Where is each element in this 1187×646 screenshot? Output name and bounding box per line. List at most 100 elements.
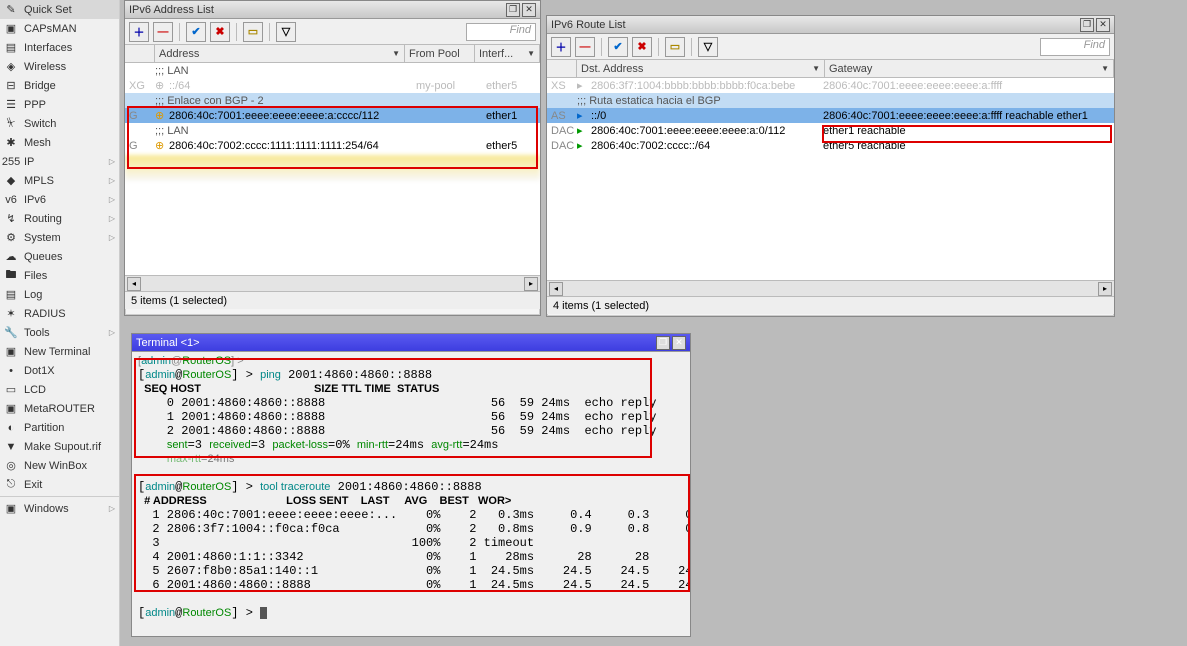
titlebar-route[interactable]: IPv6 Route List ❐ ✕ — [547, 16, 1114, 34]
col-address[interactable]: Address▼ — [155, 45, 405, 62]
table-row[interactable]: ;;; LAN — [125, 123, 540, 138]
addr-columns: Address▼ From Pool Interf...▼ — [125, 45, 540, 63]
menu-routing[interactable]: ↯Routing▷ — [0, 209, 119, 228]
table-row[interactable]: ;;; Enlace con BGP - 2 — [125, 93, 540, 108]
menu-dot1x[interactable]: •Dot1X — [0, 361, 119, 380]
restore-icon[interactable]: ❐ — [656, 336, 670, 350]
close-icon[interactable]: ✕ — [672, 336, 686, 350]
ip-icon: 255 — [4, 155, 18, 169]
remove-button[interactable]: — — [153, 22, 173, 42]
title-text: IPv6 Address List — [129, 4, 214, 16]
menu-exit[interactable]: ⎋Exit — [0, 475, 119, 494]
capsman-icon: ▣ — [4, 22, 18, 36]
comment-button[interactable]: ▭ — [243, 22, 263, 42]
close-icon[interactable]: ✕ — [1096, 18, 1110, 32]
submenu-arrow-icon: ▷ — [109, 328, 115, 337]
enable-button[interactable]: ✔ — [608, 37, 628, 57]
mpls-icon: ◆ — [4, 174, 18, 188]
menu-windows[interactable]: ▣Windows▷ — [0, 499, 119, 518]
menu-queues[interactable]: ☁Queues — [0, 247, 119, 266]
menu-label: Quick Set — [24, 4, 72, 16]
menu-label: PPP — [24, 99, 46, 111]
menu-capsman[interactable]: ▣CAPsMAN — [0, 19, 119, 38]
menu-supout[interactable]: ▼Make Supout.rif — [0, 437, 119, 456]
radius-icon: ✶ — [4, 307, 18, 321]
table-row[interactable]: XG⊕::/64my-poolether5 — [125, 78, 540, 93]
table-row[interactable]: DAC▸2806:40c:7001:eeee:eeee:eeee:a:0/112… — [547, 123, 1114, 138]
titlebar-addr[interactable]: IPv6 Address List ❐ ✕ — [125, 1, 540, 19]
col-gateway[interactable]: Gateway▼ — [825, 60, 1114, 77]
add-button[interactable]: ＋ — [551, 37, 571, 57]
menu-tools[interactable]: 🔧Tools▷ — [0, 323, 119, 342]
add-button[interactable]: ＋ — [129, 22, 149, 42]
find-input[interactable]: Find — [466, 23, 536, 41]
col-dst[interactable]: Dst. Address▼ — [577, 60, 825, 77]
menu-newterm[interactable]: ▣New Terminal — [0, 342, 119, 361]
menu-files[interactable]: 🖿Files — [0, 266, 119, 285]
menu-quickset[interactable]: ✎Quick Set — [0, 0, 119, 19]
table-row[interactable]: G⊕2806:40c:7002:cccc:1111:1111:1111:254/… — [125, 138, 540, 153]
scroll-right-icon[interactable]: ▸ — [524, 277, 538, 291]
menu-radius[interactable]: ✶RADIUS — [0, 304, 119, 323]
tools-icon: 🔧 — [4, 326, 18, 340]
remove-button[interactable]: — — [575, 37, 595, 57]
col-frompool[interactable]: From Pool — [405, 45, 475, 62]
col-interface[interactable]: Interf...▼ — [475, 45, 540, 62]
filter-button[interactable]: ▽ — [698, 37, 718, 57]
menu-label: Files — [24, 270, 47, 282]
menu-newwinbox[interactable]: ◎New WinBox — [0, 456, 119, 475]
disable-button[interactable]: ✖ — [210, 22, 230, 42]
ipv6-route-list-window: IPv6 Route List ❐ ✕ ＋ — ✔ ✖ ▭ ▽ Find Dst… — [546, 15, 1115, 317]
table-row[interactable]: ;;; Ruta estatica hacia el BGP — [547, 93, 1114, 108]
addr-rows[interactable]: ;;; LANXG⊕::/64my-poolether5;;; Enlace c… — [125, 63, 540, 275]
menu-label: MPLS — [24, 175, 54, 187]
route-scrollbar[interactable]: ◂ ▸ — [547, 280, 1114, 296]
menu-mpls[interactable]: ◆MPLS▷ — [0, 171, 119, 190]
menu-label: System — [24, 232, 61, 244]
enable-button[interactable]: ✔ — [186, 22, 206, 42]
table-row[interactable]: XS▸2806:3f7:1004:bbbb:bbbb:bbbb:f0ca:beb… — [547, 78, 1114, 93]
menu-log[interactable]: ▤ Log — [0, 285, 119, 304]
restore-icon[interactable]: ❐ — [506, 3, 520, 17]
menu-mesh[interactable]: ✱Mesh — [0, 133, 119, 152]
table-row[interactable]: ;;; LAN — [125, 63, 540, 78]
comment-button[interactable]: ▭ — [665, 37, 685, 57]
menu-lcd[interactable]: ▭LCD — [0, 380, 119, 399]
menu-bridge[interactable]: ⊟Bridge — [0, 76, 119, 95]
menu-partition[interactable]: ◐Partition — [0, 418, 119, 437]
table-row[interactable]: AS▸::/02806:40c:7001:eeee:eeee:eeee:a:ff… — [547, 108, 1114, 123]
restore-icon[interactable]: ❐ — [1080, 18, 1094, 32]
lcd-icon: ▭ — [4, 383, 18, 397]
terminal-body[interactable]: [admin@RouterOS] > [admin@RouterOS] > pi… — [132, 352, 690, 636]
route-rows[interactable]: XS▸2806:3f7:1004:bbbb:bbbb:bbbb:f0ca:beb… — [547, 78, 1114, 280]
scroll-left-icon[interactable]: ◂ — [549, 282, 563, 296]
newterm-icon: ▣ — [4, 345, 18, 359]
menu-label: Routing — [24, 213, 62, 225]
table-row[interactable]: DAC▸2806:40c:7002:cccc::/64ether5 reacha… — [547, 138, 1114, 153]
menu-ipv6[interactable]: v6IPv6▷ — [0, 190, 119, 209]
submenu-arrow-icon: ▷ — [109, 504, 115, 513]
find-input[interactable]: Find — [1040, 38, 1110, 56]
menu-label: Log — [24, 289, 42, 301]
close-icon[interactable]: ✕ — [522, 3, 536, 17]
scroll-right-icon[interactable]: ▸ — [1098, 282, 1112, 296]
menu-label: Bridge — [24, 80, 56, 92]
menu-wireless[interactable]: ◈Wireless — [0, 57, 119, 76]
disable-button[interactable]: ✖ — [632, 37, 652, 57]
table-row[interactable]: G⊕2806:40c:7001:eeee:eeee:eeee:a:cccc/11… — [125, 108, 540, 123]
menu-ip[interactable]: 255IP▷ — [0, 152, 119, 171]
menu-ppp[interactable]: ☰PPP — [0, 95, 119, 114]
scroll-left-icon[interactable]: ◂ — [127, 277, 141, 291]
titlebar-terminal[interactable]: Terminal <1> ❐ ✕ — [132, 334, 690, 352]
filter-button[interactable]: ▽ — [276, 22, 296, 42]
menu-label: Interfaces — [24, 42, 72, 54]
menu-switch[interactable]: ⏧Switch — [0, 114, 119, 133]
menu-label: Make Supout.rif — [24, 441, 101, 453]
log-icon: ▤ — [4, 288, 18, 302]
menu-interfaces[interactable]: ▤Interfaces — [0, 38, 119, 57]
menu-system[interactable]: ⚙System▷ — [0, 228, 119, 247]
addr-scrollbar[interactable]: ◂ ▸ — [125, 275, 540, 291]
windows-icon: ▣ — [4, 502, 18, 516]
menu-label: Queues — [24, 251, 63, 263]
menu-metarouter[interactable]: ▣MetaROUTER — [0, 399, 119, 418]
